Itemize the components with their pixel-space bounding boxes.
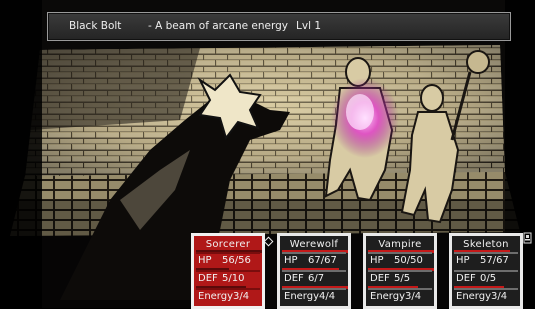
def-value: 5/5	[394, 273, 411, 284]
party-card-sorcerer[interactable]: Sorcerer HP 56/56 DEF 5/10 Energy3/4	[191, 233, 265, 309]
ability-level: Lvl 1	[296, 20, 321, 32]
hp-value: 50/50	[394, 255, 423, 266]
hp-row: HP 50/50	[368, 252, 432, 266]
party-card-skeleton[interactable]: Skeleton HP 57/67 DEF 0/5 Energy3/4	[449, 233, 523, 309]
hp-row: HP 57/67	[454, 252, 518, 266]
character-name: Vampire	[378, 239, 422, 250]
hp-value: 57/67	[480, 255, 509, 266]
energy-row: Energy3/4	[196, 288, 260, 302]
hp-row: HP 67/67	[282, 252, 346, 266]
skull-icon[interactable]	[523, 232, 532, 244]
energy-value: 3/4	[491, 291, 508, 302]
hp-label: HP	[284, 255, 298, 266]
party-card-vampire[interactable]: Vampire HP 50/50 DEF 5/5 Energy3/4	[363, 233, 437, 309]
ability-name: Black Bolt	[69, 20, 122, 32]
energy-label: Energy	[456, 291, 492, 302]
energy-row: Energy3/4	[368, 288, 432, 302]
def-label: DEF	[284, 273, 304, 284]
character-name: Sorcerer	[205, 239, 251, 250]
hp-value: 67/67	[308, 255, 337, 266]
def-value: 6/7	[308, 273, 325, 284]
hp-label: HP	[456, 255, 470, 266]
def-row: DEF 5/10	[196, 270, 260, 284]
hp-value: 56/56	[222, 255, 251, 266]
ability-info-bar: Black Bolt - A beam of arcane energy Lvl…	[47, 12, 511, 41]
party-card-werewolf[interactable]: Werewolf HP 67/67 DEF 6/7 Energy4/4	[277, 233, 351, 309]
character-name: Skeleton	[463, 239, 509, 250]
def-row: DEF 0/5	[454, 270, 518, 284]
energy-label: Energy	[284, 291, 320, 302]
energy-value: 4/4	[319, 291, 336, 302]
hp-label: HP	[198, 255, 212, 266]
def-label: DEF	[456, 273, 476, 284]
energy-row: Energy4/4	[282, 288, 346, 302]
def-value: 5/10	[222, 273, 245, 284]
def-value: 0/5	[480, 273, 497, 284]
hp-row: HP 56/56	[196, 252, 260, 266]
character-name: Werewolf	[289, 239, 339, 250]
ability-description: - A beam of arcane energy	[148, 20, 288, 32]
energy-row: Energy3/4	[454, 288, 518, 302]
def-row: DEF 5/5	[368, 270, 432, 284]
energy-label: Energy	[198, 291, 234, 302]
def-label: DEF	[198, 273, 218, 284]
energy-label: Energy	[370, 291, 406, 302]
energy-value: 3/4	[405, 291, 422, 302]
def-label: DEF	[370, 273, 390, 284]
energy-value: 3/4	[233, 291, 250, 302]
def-row: DEF 6/7	[282, 270, 346, 284]
hp-label: HP	[370, 255, 384, 266]
